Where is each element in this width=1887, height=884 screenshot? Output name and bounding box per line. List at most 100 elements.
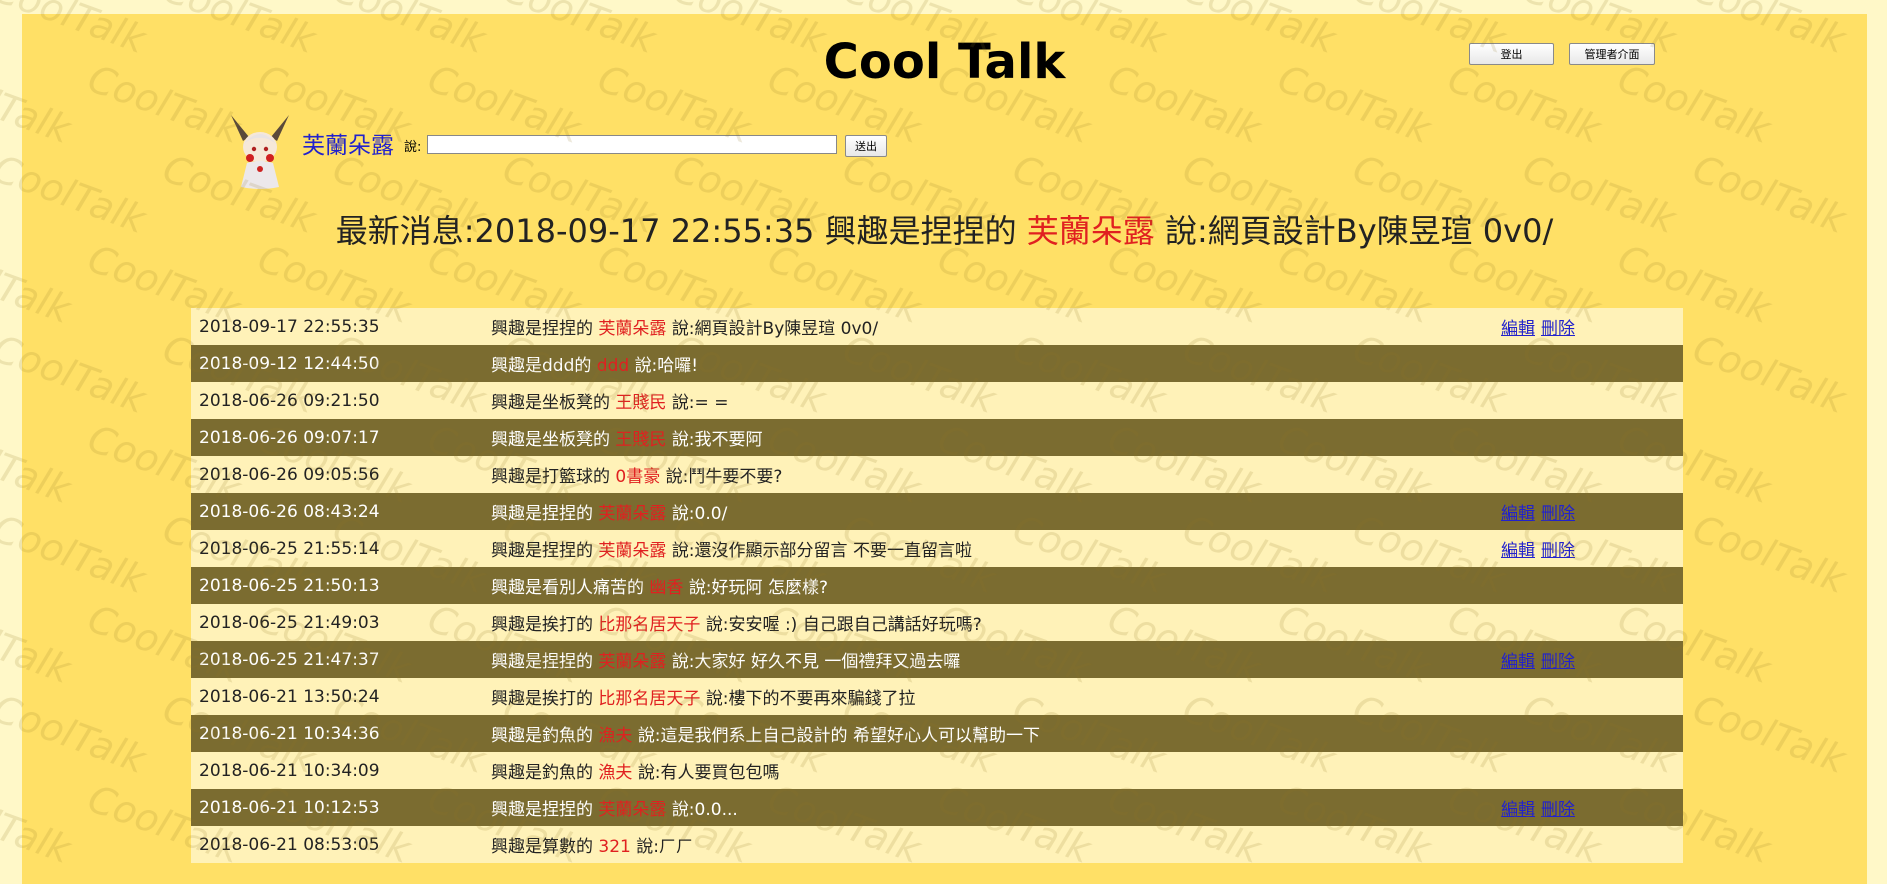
message-row: 2018-06-25 21:49:03 興趣是挨打的 比那名居天子 說:安安喔 :… [191, 604, 1683, 641]
message-text: 說:這是我們系上自己設計的 希望好心人可以幫助一下 [637, 726, 1040, 746]
message-author: 芙蘭朵露 [598, 652, 667, 672]
user-name: 芙蘭朵露 [302, 133, 394, 159]
message-row: 2018-09-17 22:55:35 興趣是捏捏的 芙蘭朵露 說:網頁設計By陳… [191, 308, 1683, 345]
message-content: 興趣是挨打的 比那名居天子 說:樓下的不要再來騙錢了拉 [491, 678, 1501, 715]
message-hobby: 興趣是打籃球的 [491, 467, 610, 487]
latest-name: 芙蘭朵露 [1026, 212, 1155, 250]
message-hobby: 興趣是挨打的 [491, 615, 593, 635]
message-hobby: 興趣是捏捏的 [491, 800, 593, 820]
message-actions: 編輯 刪除 [1501, 493, 1683, 530]
message-actions [1501, 826, 1683, 863]
message-hobby: 興趣是挨打的 [491, 689, 593, 709]
message-actions [1501, 382, 1683, 419]
message-hobby: 興趣是釣魚的 [491, 763, 593, 783]
message-table: 2018-09-17 22:55:35 興趣是捏捏的 芙蘭朵露 說:網頁設計By陳… [191, 308, 1683, 863]
delete-link[interactable]: 刪除 [1541, 652, 1575, 672]
edit-link[interactable]: 編輯 [1501, 319, 1535, 339]
message-row: 2018-06-25 21:50:13 興趣是看別人痛苦的 幽香 說:好玩阿 怎麼… [191, 567, 1683, 604]
message-row: 2018-06-26 08:43:24 興趣是捏捏的 芙蘭朵露 說:0.0/編輯刪… [191, 493, 1683, 530]
message-actions: 編輯 刪除 [1501, 789, 1683, 826]
message-actions: 編輯 刪除 [1501, 530, 1683, 567]
message-input[interactable] [427, 135, 837, 154]
message-time: 2018-06-25 21:49:03 [199, 612, 380, 633]
message-time: 2018-09-12 12:44:50 [199, 353, 380, 374]
message-content: 興趣是算數的 321 說:ㄏㄏ [491, 826, 1501, 863]
message-actions: 編輯 刪除 [1501, 641, 1683, 678]
message-hobby: 興趣是釣魚的 [491, 726, 593, 746]
delete-link[interactable]: 刪除 [1541, 800, 1575, 820]
message-hobby: 興趣是看別人痛苦的 [491, 578, 644, 598]
message-content: 興趣是捏捏的 芙蘭朵露 說:還沒作顯示部分留言 不要一直留言啦 [491, 530, 1501, 567]
message-text: 說:鬥牛要不要? [665, 467, 783, 487]
message-time: 2018-06-25 21:55:14 [199, 538, 380, 559]
message-author: 芙蘭朵露 [598, 319, 667, 339]
message-text: 說:網頁設計By陳昱瑄 0v0/ [671, 319, 879, 339]
message-text: 說:0.0/ [671, 504, 728, 524]
delete-link[interactable]: 刪除 [1541, 541, 1575, 561]
message-text: 說:= = [671, 393, 729, 413]
message-row: 2018-06-26 09:05:56 興趣是打籃球的 0書豪 說:鬥牛要不要? [191, 456, 1683, 493]
edit-link[interactable]: 編輯 [1501, 504, 1535, 524]
message-hobby: 興趣是坐板凳的 [491, 430, 610, 450]
message-row: 2018-09-12 12:44:50 興趣是ddd的 ddd 說:哈囉! [191, 345, 1683, 382]
latest-time: 2018-09-17 22:55:35 [474, 212, 815, 250]
message-time: 2018-06-25 21:47:37 [199, 649, 380, 670]
message-row: 2018-06-21 08:53:05 興趣是算數的 321 說:ㄏㄏ [191, 826, 1683, 863]
message-actions [1501, 752, 1683, 789]
message-time: 2018-06-21 10:34:09 [199, 760, 380, 781]
message-content: 興趣是打籃球的 0書豪 說:鬥牛要不要? [491, 456, 1501, 493]
logout-button[interactable]: 登出 [1469, 43, 1554, 65]
main-panel: Cool Talk 登出 管理者介面 芙蘭朵露 說: 送出 最新消息:2018-… [22, 14, 1867, 884]
message-author: 比那名居天子 [598, 615, 701, 635]
message-text: 說:還沒作顯示部分留言 不要一直留言啦 [671, 541, 972, 561]
message-text: 說:好玩阿 怎麼樣? [688, 578, 828, 598]
message-row: 2018-06-25 21:55:14 興趣是捏捏的 芙蘭朵露 說:還沒作顯示部分… [191, 530, 1683, 567]
message-actions: 編輯 刪除 [1501, 308, 1683, 345]
message-content: 興趣是捏捏的 芙蘭朵露 說:網頁設計By陳昱瑄 0v0/ [491, 308, 1501, 345]
message-text: 說:0.0... [671, 800, 738, 820]
edit-link[interactable]: 編輯 [1501, 652, 1535, 672]
message-time: 2018-06-21 10:34:36 [199, 723, 380, 744]
message-hobby: 興趣是ddd的 [491, 356, 592, 376]
message-time: 2018-06-21 13:50:24 [199, 686, 380, 707]
edit-link[interactable]: 編輯 [1501, 800, 1535, 820]
message-row: 2018-06-21 10:12:53 興趣是捏捏的 芙蘭朵露 說:0.0... 編… [191, 789, 1683, 826]
message-author: 幽香 [649, 578, 684, 598]
delete-link[interactable]: 刪除 [1541, 319, 1575, 339]
message-author: 王賤民 [615, 430, 667, 450]
message-actions [1501, 567, 1683, 604]
message-actions [1501, 678, 1683, 715]
message-actions [1501, 345, 1683, 382]
message-content: 興趣是捏捏的 芙蘭朵露 說:0.0... [491, 789, 1501, 826]
message-time: 2018-09-17 22:55:35 [199, 316, 380, 337]
message-hobby: 興趣是捏捏的 [491, 504, 593, 524]
message-content: 興趣是捏捏的 芙蘭朵露 說:大家好 好久不見 一個禮拜又過去囉 [491, 641, 1501, 678]
message-row: 2018-06-21 10:34:09 興趣是釣魚的 漁夫 說:有人要買包包嗎 [191, 752, 1683, 789]
message-author: 王賤民 [615, 393, 667, 413]
message-hobby: 興趣是捏捏的 [491, 541, 593, 561]
message-row: 2018-06-21 10:34:36 興趣是釣魚的 漁夫 說:這是我們系上自己設… [191, 715, 1683, 752]
message-row: 2018-06-21 13:50:24 興趣是挨打的 比那名居天子 說:樓下的不要… [191, 678, 1683, 715]
delete-link[interactable]: 刪除 [1541, 504, 1575, 524]
latest-news: 最新消息:2018-09-17 22:55:35 興趣是捏捏的 芙蘭朵露 說:網… [22, 206, 1867, 252]
avatar-icon [231, 115, 289, 189]
latest-prefix: 最新消息: [335, 212, 475, 250]
message-text: 說:有人要買包包嗎 [637, 763, 780, 783]
admin-panel-button[interactable]: 管理者介面 [1569, 43, 1655, 65]
message-author: 漁夫 [598, 726, 633, 746]
edit-link[interactable]: 編輯 [1501, 541, 1535, 561]
message-author: ddd [596, 356, 630, 376]
message-content: 興趣是挨打的 比那名居天子 說:安安喔 :) 自己跟自己講話好玩嗎? [491, 604, 1501, 641]
message-hobby: 興趣是算數的 [491, 837, 593, 857]
message-text: 說:哈囉! [634, 356, 699, 376]
message-content: 興趣是捏捏的 芙蘭朵露 說:0.0/ [491, 493, 1501, 530]
message-actions [1501, 715, 1683, 752]
message-content: 興趣是釣魚的 漁夫 說:這是我們系上自己設計的 希望好心人可以幫助一下 [491, 715, 1501, 752]
send-button[interactable]: 送出 [845, 135, 887, 157]
message-author: 芙蘭朵露 [598, 800, 667, 820]
message-row: 2018-06-26 09:07:17 興趣是坐板凳的 王賤民 說:我不要阿 [191, 419, 1683, 456]
message-time: 2018-06-26 09:05:56 [199, 464, 380, 485]
say-label: 說: [404, 140, 422, 155]
message-row: 2018-06-25 21:47:37 興趣是捏捏的 芙蘭朵露 說:大家好 好久不… [191, 641, 1683, 678]
message-time: 2018-06-26 09:21:50 [199, 390, 380, 411]
